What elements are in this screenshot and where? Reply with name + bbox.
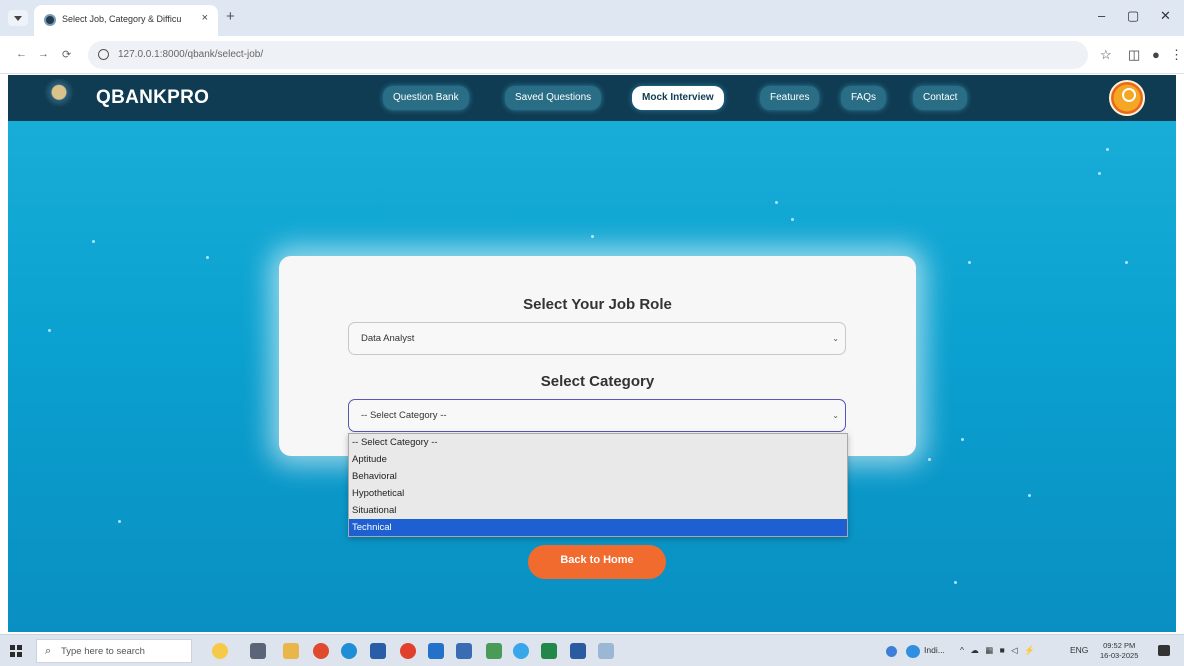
chrome-icon[interactable] [400,643,416,659]
app-icon[interactable] [486,643,502,659]
nav-mock-interview[interactable]: Mock Interview [632,86,724,110]
nav-contact[interactable]: Contact [913,86,968,110]
back-to-home-button[interactable]: Back to Home [528,545,666,579]
windows-start-icon[interactable] [10,645,22,657]
app-icon[interactable] [313,643,329,659]
language-indicator[interactable]: ENG [1070,645,1088,655]
clock-date: 16-03-2025 [1100,651,1139,660]
background-star [206,256,209,259]
site-favicon-icon [44,14,56,26]
minimize-button[interactable]: – [1098,8,1105,23]
background-star [92,240,95,243]
background-star [48,329,51,332]
app-icon[interactable] [513,643,529,659]
dropdown-option-highlighted[interactable]: Technical [349,519,847,536]
selection-card: Select Your Job Role Data Analyst ⌄ Sele… [279,256,916,456]
vscode-icon[interactable] [428,643,444,659]
app-icon[interactable] [456,643,472,659]
nav-question-bank[interactable]: Question Bank [383,86,469,110]
browser-toolbar: ← → ⟳ 127.0.0.1:8000/qbank/select-job/ ☆… [0,36,1184,74]
user-avatar[interactable] [1109,80,1145,116]
taskbar-search-placeholder: Type here to search [61,646,145,657]
app-icon[interactable] [541,643,557,659]
chevron-down-icon: ⌄ [832,411,839,420]
chevron-down-icon: ⌄ [832,334,839,343]
tab-close-icon[interactable]: × [202,12,208,24]
nav-saved-questions[interactable]: Saved Questions [505,86,602,110]
dropdown-option[interactable]: Hypothetical [349,485,847,502]
url-text: 127.0.0.1:8000/qbank/select-job/ [118,49,264,60]
site-navbar: QBANKPRO Question Bank Saved Questions M… [8,75,1176,121]
new-tab-button[interactable]: + [226,9,235,24]
dropdown-option[interactable]: -- Select Category -- [349,434,847,451]
nav-faqs[interactable]: FAQs [841,86,887,110]
back-arrow-icon[interactable]: ← [16,48,27,60]
background-star [928,458,931,461]
dropdown-option[interactable]: Aptitude [349,451,847,468]
background-star [961,438,964,441]
extensions-icon[interactable]: ◫ [1128,47,1140,63]
widgets-icon[interactable] [212,643,228,659]
reload-icon[interactable]: ⟳ [62,48,71,61]
background-star [1098,172,1101,175]
background-star [954,581,957,584]
bookmark-star-icon[interactable]: ☆ [1100,47,1112,63]
task-view-icon[interactable] [250,643,266,659]
brand-name[interactable]: QBANKPRO [96,87,209,109]
tab-title: Select Job, Category & Difficul [62,14,182,24]
weather-icon[interactable] [906,645,920,658]
category-value: -- Select Category -- [361,410,447,421]
nav-features[interactable]: Features [760,86,820,110]
close-window-button[interactable]: ✕ [1160,8,1171,24]
browser-tab-strip: Select Job, Category & Difficul × + – ▢ … [0,0,1184,36]
clock-time: 09:52 PM [1103,641,1136,650]
page-viewport: QBANKPRO Question Bank Saved Questions M… [8,75,1176,632]
taskbar-search-box[interactable]: ⌕ Type here to search [36,639,192,663]
weather-text[interactable]: Indi... [924,645,945,655]
background-star [1125,261,1128,264]
job-role-value: Data Analyst [361,333,415,344]
browser-tab[interactable]: Select Job, Category & Difficul × [34,5,218,36]
background-star [591,235,594,238]
forward-arrow-icon[interactable]: → [38,48,49,60]
file-explorer-icon[interactable] [283,643,299,659]
edge-icon[interactable] [341,643,357,659]
network-tray-icon[interactable] [886,646,897,657]
system-tray-icons[interactable]: ^ ☁ ▦ ■ ◁ ⚡ [960,645,1037,656]
app-icon[interactable] [570,643,586,659]
background-star [118,520,121,523]
background-star [1028,494,1031,497]
app-icon[interactable] [598,643,614,659]
search-icon: ⌕ [45,645,52,657]
background-star [1106,148,1109,151]
site-info-icon[interactable] [98,49,109,60]
background-star [968,261,971,264]
maximize-button[interactable]: ▢ [1127,8,1139,24]
profile-icon[interactable]: ● [1152,47,1160,62]
browser-menu-icon[interactable]: ⋮ [1170,47,1183,63]
system-clock[interactable]: 09:52 PM 16-03-2025 [1100,641,1138,661]
notification-icon[interactable] [1158,645,1170,656]
address-bar[interactable]: 127.0.0.1:8000/qbank/select-job/ [88,41,1088,69]
job-role-select[interactable]: Data Analyst ⌄ [348,322,846,355]
category-heading: Select Category [540,373,655,390]
windows-taskbar: ⌕ Type here to search Indi... ^ ☁ ▦ ■ ◁ … [0,634,1184,666]
dropdown-option[interactable]: Situational [349,502,847,519]
qbankpro-logo-icon[interactable] [44,79,74,117]
background-star [775,201,778,204]
job-role-heading: Select Your Job Role [523,296,672,313]
store-icon[interactable] [370,643,386,659]
category-select[interactable]: -- Select Category -- ⌄ [348,399,846,432]
dropdown-option[interactable]: Behavioral [349,468,847,485]
category-dropdown-list: -- Select Category -- Aptitude Behaviora… [348,433,848,537]
background-star [791,218,794,221]
tab-search-button[interactable] [8,10,28,26]
